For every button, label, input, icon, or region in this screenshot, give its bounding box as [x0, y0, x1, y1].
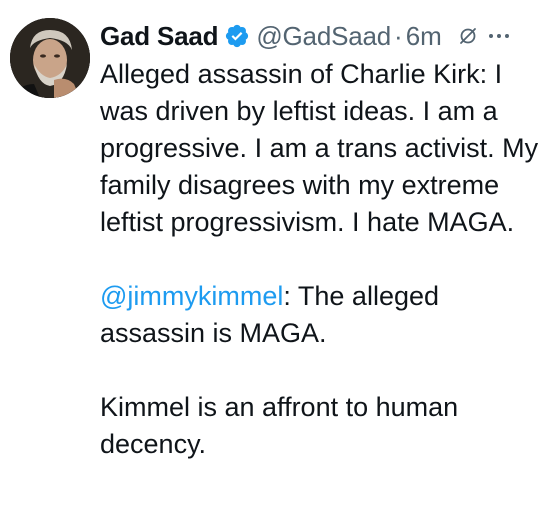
- author-handle[interactable]: @GadSaad: [256, 21, 391, 52]
- avatar[interactable]: [10, 18, 90, 98]
- mention-link[interactable]: @jimmykimmel: [100, 281, 283, 311]
- tweet-paragraph-3: Kimmel is an affront to human decency.: [100, 392, 459, 459]
- tweet: Gad Saad @GadSaad · 6m Alleged assassin …: [0, 0, 552, 509]
- author-display-name[interactable]: Gad Saad: [100, 21, 219, 52]
- avatar-photo-icon: [10, 18, 90, 98]
- tweet-paragraph-1: Alleged assassin of Charlie Kirk: I was …: [100, 59, 539, 237]
- tweet-header: Gad Saad @GadSaad · 6m: [100, 16, 545, 56]
- meta-separator: ·: [394, 20, 403, 51]
- more-options-icon[interactable]: [488, 32, 510, 40]
- timestamp[interactable]: 6m: [406, 21, 442, 52]
- grok-icon[interactable]: [458, 26, 478, 46]
- tweet-text: Alleged assassin of Charlie Kirk: I was …: [100, 56, 545, 463]
- tweet-paragraph-2: @jimmykimmel: The alleged assassin is MA…: [100, 278, 545, 352]
- verified-badge-icon: [224, 23, 250, 49]
